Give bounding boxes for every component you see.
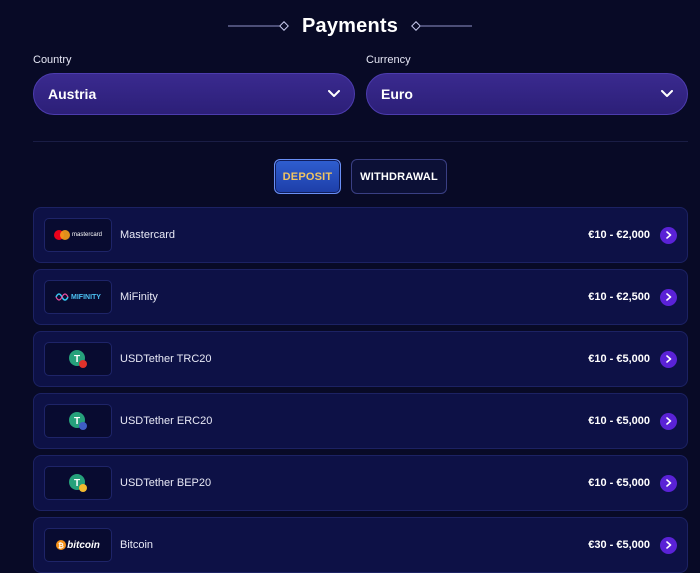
payment-name: Mastercard (120, 229, 176, 241)
payment-row-usdt-bep20[interactable]: T USDTether BEP20 €10 - €5,000 (33, 455, 688, 511)
tether-bep20-icon: T (44, 466, 112, 500)
country-label: Country (33, 54, 72, 66)
payment-row-mastercard[interactable]: mastercard Mastercard €10 - €2,000 (33, 207, 688, 263)
mastercard-logo: mastercard (44, 218, 112, 252)
payment-range: €10 - €5,000 (588, 353, 650, 365)
chevron-right-icon[interactable] (660, 350, 677, 368)
payment-range: €30 - €5,000 (588, 539, 650, 551)
section-divider (33, 141, 688, 142)
chevron-down-icon (328, 88, 340, 100)
payment-name: MiFinity (120, 291, 158, 303)
payment-row-bitcoin[interactable]: ₿ bitcoin Bitcoin €30 - €5,000 (33, 517, 688, 573)
bitcoin-logo-text: bitcoin (67, 539, 100, 551)
chevron-right-icon[interactable] (660, 474, 677, 492)
payment-range: €10 - €2,500 (588, 291, 650, 303)
payment-row-usdt-erc20[interactable]: T USDTether ERC20 €10 - €5,000 (33, 393, 688, 449)
currency-select[interactable]: Euro (366, 73, 688, 115)
payment-name: Bitcoin (120, 539, 154, 551)
payment-methods-list: mastercard Mastercard €10 - €2,000 MIFIN… (33, 207, 688, 573)
payments-page: Payments Country Austria Currency Euro D… (0, 0, 700, 573)
currency-label: Currency (366, 54, 411, 66)
payment-range: €10 - €5,000 (588, 415, 650, 427)
tether-erc20-icon: T (44, 404, 112, 438)
mifinity-logo-text: MIFINITY (71, 293, 101, 301)
payment-name: USDTether ERC20 (120, 415, 213, 427)
payment-range: €10 - €5,000 (588, 477, 650, 489)
chevron-right-icon[interactable] (660, 412, 677, 430)
payment-name: USDTether BEP20 (120, 477, 212, 489)
tab-withdrawal[interactable]: WITHDRAWAL (351, 159, 447, 194)
left-ornament-icon (227, 21, 289, 31)
country-select[interactable]: Austria (33, 73, 355, 115)
bitcoin-logo: ₿ bitcoin (44, 528, 112, 562)
chevron-right-icon[interactable] (660, 288, 677, 306)
chevron-right-icon[interactable] (660, 536, 677, 554)
page-title: Payments (301, 14, 399, 37)
chevron-down-icon (661, 88, 673, 100)
tab-deposit[interactable]: DEPOSIT (274, 159, 341, 194)
mastercard-logo-text: mastercard (71, 232, 102, 238)
payment-range: €10 - €2,000 (588, 229, 650, 241)
chevron-right-icon[interactable] (660, 226, 677, 244)
payment-name: USDTether TRC20 (120, 353, 212, 365)
svg-text:₿: ₿ (58, 542, 64, 550)
country-value: Austria (48, 86, 97, 102)
payment-row-mifinity[interactable]: MIFINITY MiFinity €10 - €2,500 (33, 269, 688, 325)
payment-row-usdt-trc20[interactable]: T USDTether TRC20 €10 - €5,000 (33, 331, 688, 387)
tether-trc20-icon: T (44, 342, 112, 376)
right-ornament-icon (411, 21, 473, 31)
mifinity-logo: MIFINITY (44, 280, 112, 314)
page-header: Payments (0, 10, 700, 42)
currency-value: Euro (381, 86, 413, 102)
